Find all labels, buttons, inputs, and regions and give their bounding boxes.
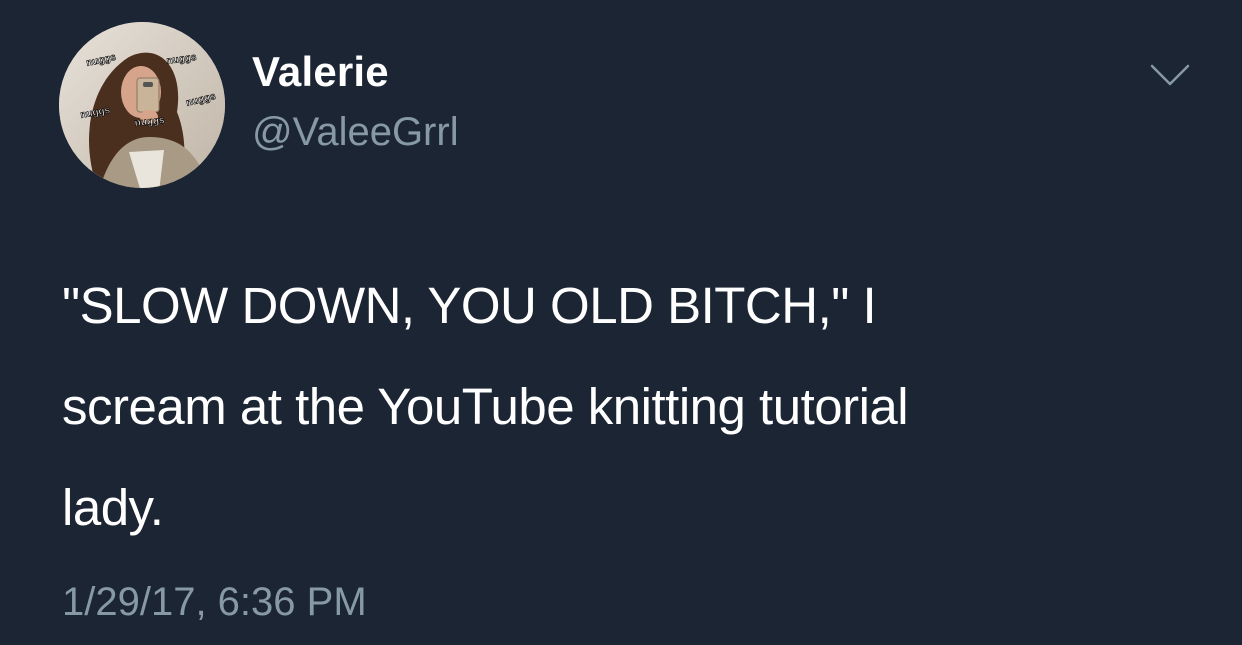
author-display-name[interactable]: Valerie — [252, 48, 389, 96]
author-handle[interactable]: @ValeeGrrl — [252, 110, 459, 155]
avatar[interactable]: nuggs nuggs nuggs nuggs nuggs — [59, 22, 225, 188]
tweet-timestamp[interactable]: 1/29/17, 6:36 PM — [62, 580, 367, 625]
tweet-text-line: lady. — [62, 479, 164, 536]
tweet-text-line: scream at the YouTube knitting tutorial — [62, 378, 909, 435]
tweet-text: "SLOW DOWN, YOU OLD BITCH," I scream at … — [62, 255, 1182, 558]
tweet-text-line: "SLOW DOWN, YOU OLD BITCH," I — [62, 277, 877, 334]
chevron-down-icon[interactable] — [1148, 60, 1192, 90]
avatar-photo: nuggs nuggs nuggs nuggs nuggs — [59, 22, 225, 188]
tweet-card: nuggs nuggs nuggs nuggs nuggs Valerie @V… — [0, 0, 1242, 645]
